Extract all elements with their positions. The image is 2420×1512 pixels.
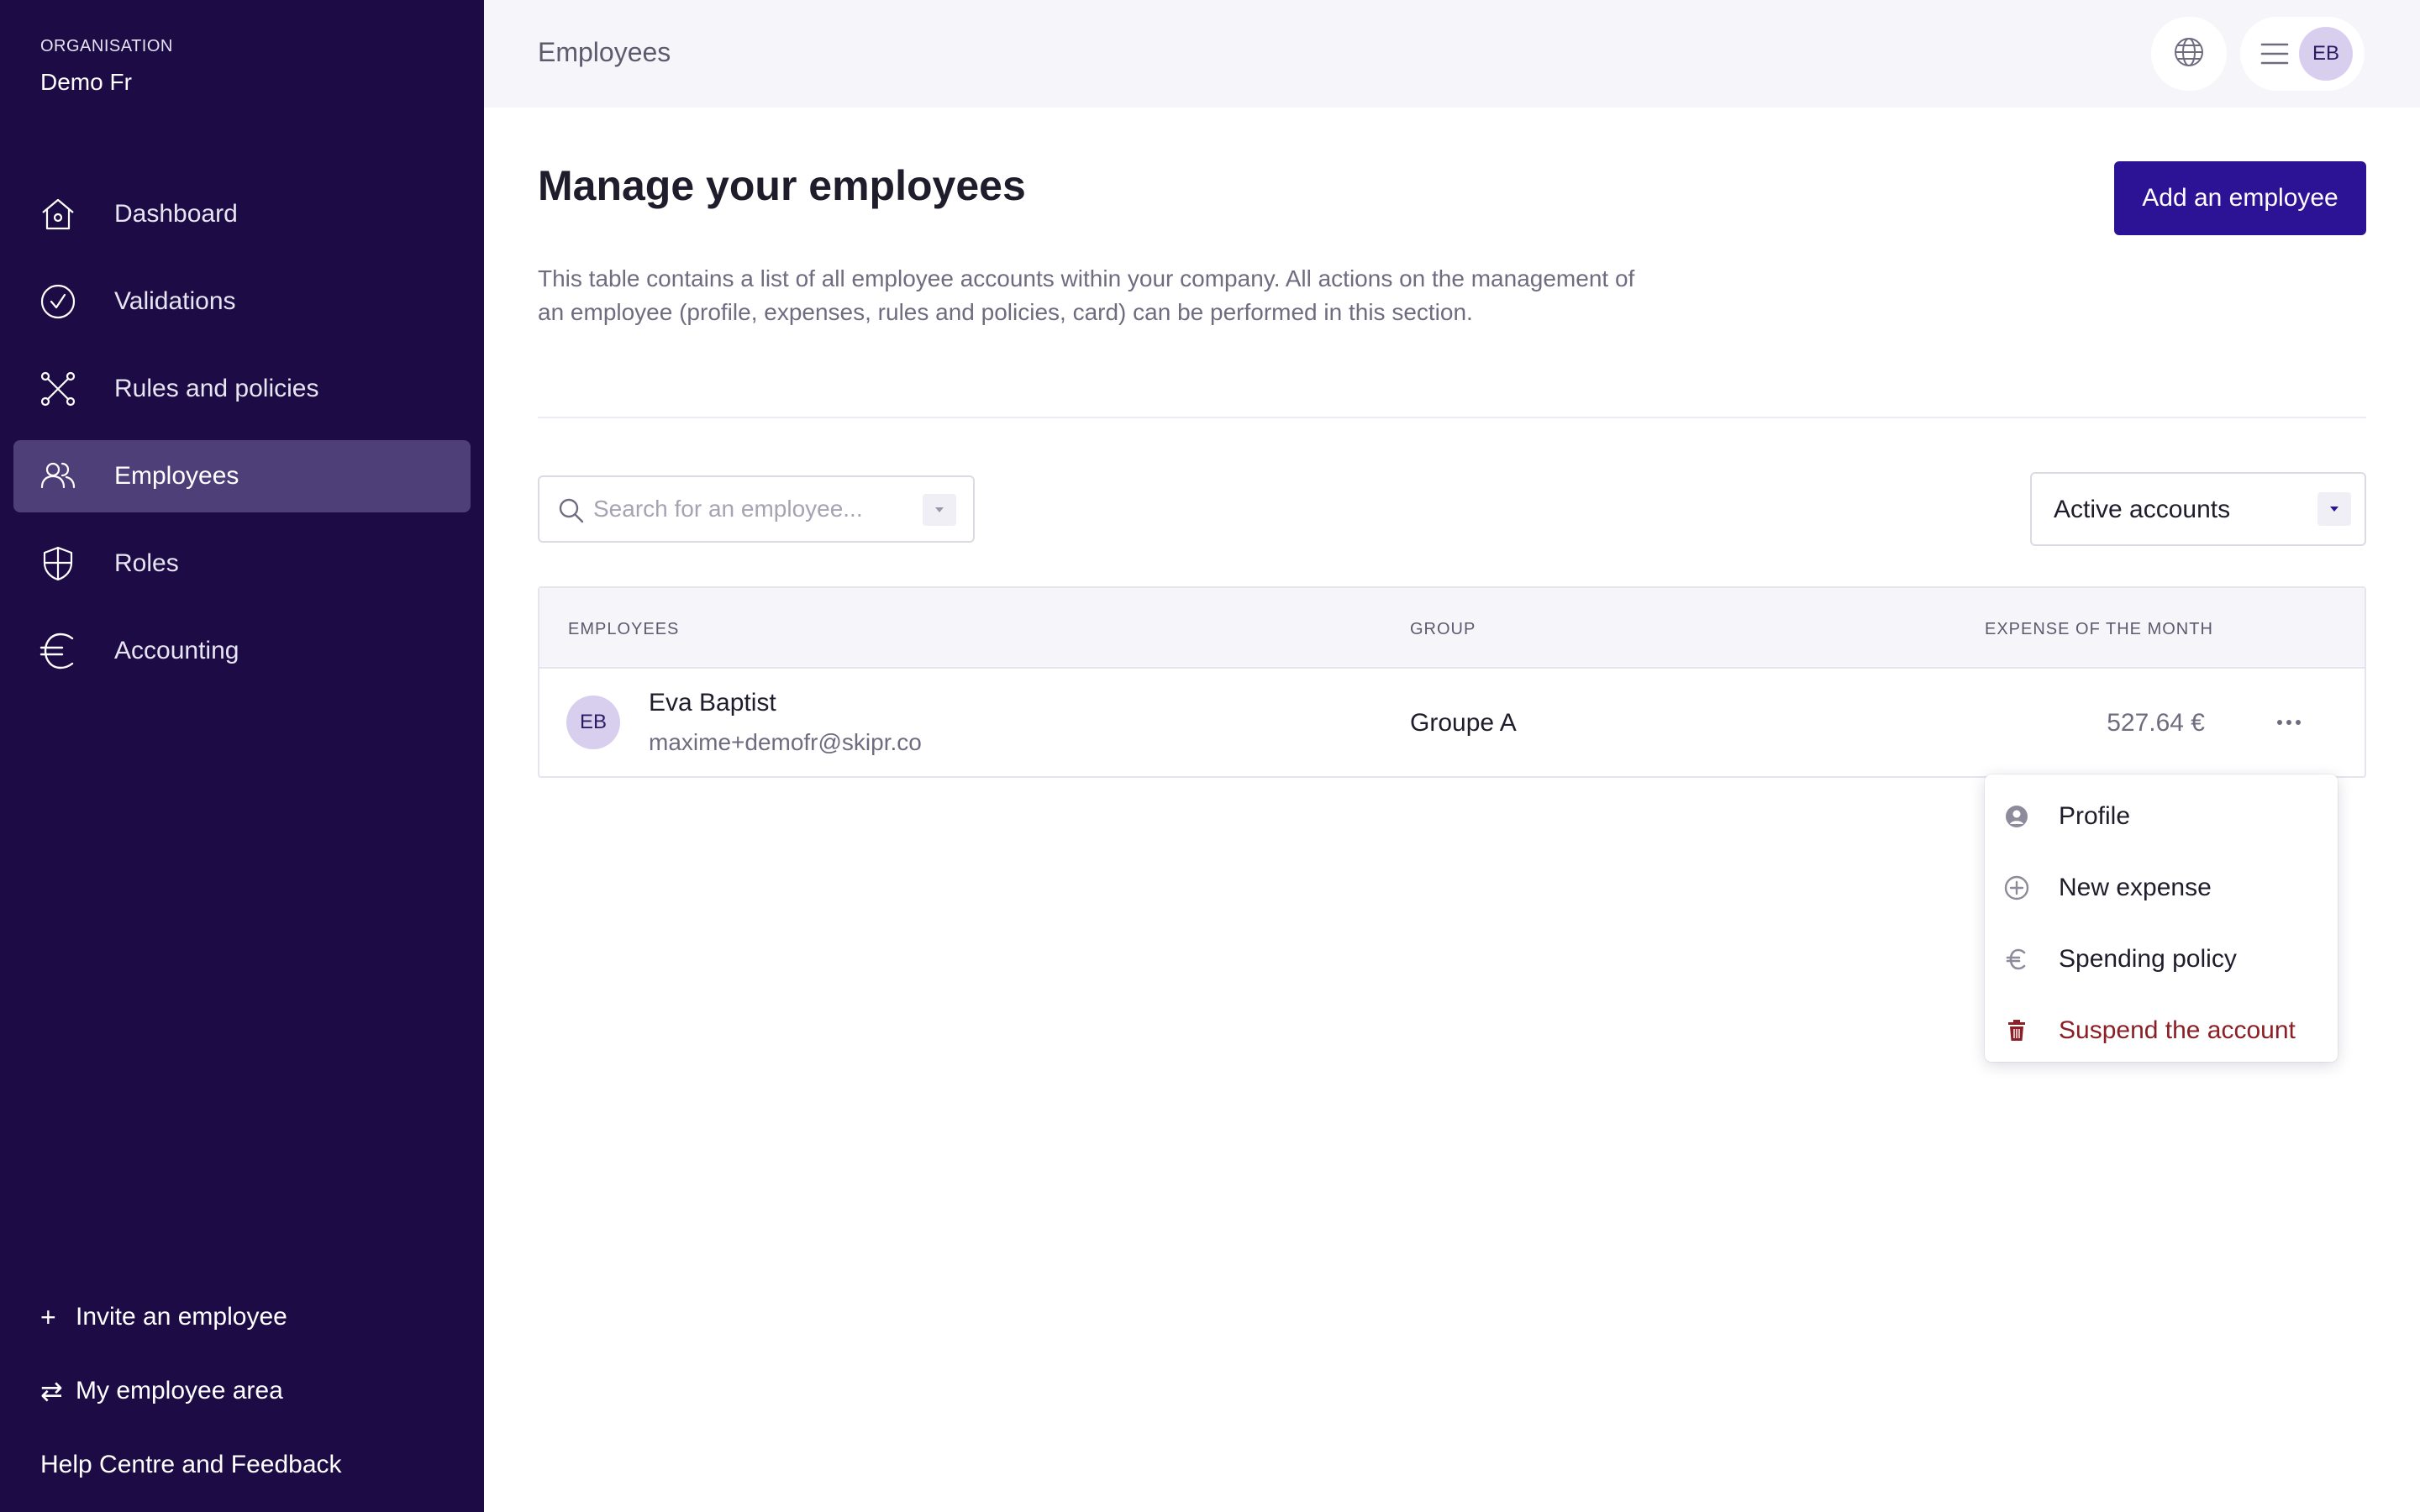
section-divider bbox=[538, 417, 2366, 418]
sidebar-item-roles[interactable]: Roles bbox=[13, 528, 471, 600]
shield-icon bbox=[39, 544, 77, 583]
table-header: EMPLOYEES GROUP EXPENSE OF THE MONTH bbox=[539, 588, 2365, 669]
row-actions-button[interactable] bbox=[2265, 706, 2312, 739]
sidebar-item-label: Rules and policies bbox=[114, 375, 319, 402]
network-icon bbox=[39, 370, 77, 408]
add-employee-button[interactable]: Add an employee bbox=[2114, 161, 2366, 235]
menu-item-label: New expense bbox=[2059, 874, 2212, 901]
column-header-expense[interactable]: EXPENSE OF THE MONTH bbox=[1985, 620, 2213, 639]
menu-item-label: Spending policy bbox=[2059, 945, 2237, 973]
sidebar-item-accounting[interactable]: Accounting bbox=[13, 615, 471, 687]
user-menu-button[interactable]: EB bbox=[2240, 17, 2365, 91]
page-breadcrumb: Employees bbox=[538, 37, 671, 67]
trash-icon bbox=[2003, 1017, 2030, 1044]
sidebar-item-label: Validations bbox=[114, 287, 236, 315]
employee-area-link[interactable]: ⇄ My employee area bbox=[40, 1354, 460, 1428]
invite-employee-label: Invite an employee bbox=[76, 1303, 287, 1331]
account-status-select[interactable]: Active accounts bbox=[2030, 472, 2366, 546]
menu-item-label: Suspend the account bbox=[2059, 1016, 2296, 1044]
euro-icon bbox=[39, 632, 77, 670]
sidebar-item-label: Roles bbox=[114, 549, 179, 577]
swap-arrows-icon: ⇄ bbox=[40, 1376, 63, 1406]
app-root: ORGANISATION Demo Fr Dashboard Validatio… bbox=[0, 0, 2420, 1512]
sidebar-item-label: Accounting bbox=[114, 637, 239, 664]
menu-item-spending-policy[interactable]: Spending policy bbox=[1985, 926, 2338, 993]
account-status-value: Active accounts bbox=[2054, 496, 2231, 523]
search-filter-dropdown[interactable] bbox=[923, 494, 956, 526]
top-bar: Employees EB bbox=[484, 0, 2420, 108]
sidebar-item-label: Dashboard bbox=[114, 200, 238, 228]
hamburger-icon bbox=[2260, 42, 2289, 70]
sidebar: ORGANISATION Demo Fr Dashboard Validatio… bbox=[0, 0, 484, 1512]
sidebar-item-validations[interactable]: Validations bbox=[13, 265, 471, 338]
invite-employee-link[interactable]: + Invite an employee bbox=[40, 1280, 460, 1354]
plus-icon: + bbox=[40, 1301, 56, 1332]
check-circle-icon bbox=[39, 282, 77, 321]
menu-item-profile[interactable]: Profile bbox=[1985, 783, 2338, 850]
page-title: Manage your employees bbox=[538, 162, 1026, 209]
employee-email: maxime+demofr@skipr.co bbox=[649, 729, 922, 755]
avatar: EB bbox=[2299, 27, 2353, 81]
caret-down-icon bbox=[935, 507, 944, 512]
avatar: EB bbox=[566, 696, 620, 749]
employee-name: Eva Baptist bbox=[649, 689, 776, 717]
sidebar-item-label: Employees bbox=[114, 462, 239, 490]
page-description: This table contains a list of all employ… bbox=[538, 265, 1635, 325]
employee-search bbox=[538, 475, 975, 543]
employee-expense: 527.64 € bbox=[2107, 709, 2205, 737]
menu-item-new-expense[interactable]: New expense bbox=[1985, 854, 2338, 921]
users-icon bbox=[39, 457, 77, 496]
user-circle-icon bbox=[2003, 803, 2030, 830]
search-input[interactable] bbox=[593, 492, 913, 526]
sidebar-footer: + Invite an employee ⇄ My employee area … bbox=[40, 1280, 460, 1502]
sidebar-item-employees[interactable]: Employees bbox=[13, 440, 471, 512]
employees-table: EMPLOYEES GROUP EXPENSE OF THE MONTH EB … bbox=[538, 586, 2366, 778]
more-horizontal-icon bbox=[2277, 720, 2301, 725]
sidebar-nav: Dashboard Validations Rules and policies… bbox=[13, 178, 471, 702]
search-icon bbox=[558, 497, 585, 528]
sidebar-item-dashboard[interactable]: Dashboard bbox=[13, 178, 471, 250]
menu-item-suspend-account[interactable]: Suspend the account bbox=[1985, 997, 2338, 1064]
column-header-employees[interactable]: EMPLOYEES bbox=[568, 620, 679, 639]
help-centre-label: Help Centre and Feedback bbox=[40, 1451, 342, 1478]
row-actions-menu: Profile New expense Spending policy Susp… bbox=[1985, 774, 2338, 1062]
employee-area-label: My employee area bbox=[76, 1377, 283, 1404]
euro-icon bbox=[2003, 946, 2030, 973]
home-icon bbox=[39, 195, 77, 234]
organisation-label: ORGANISATION bbox=[40, 37, 173, 55]
table-row[interactable]: EB Eva Baptist maxime+demofr@skipr.co Gr… bbox=[539, 669, 2365, 776]
organisation-name[interactable]: Demo Fr bbox=[40, 69, 132, 96]
caret-down-icon bbox=[2317, 492, 2351, 526]
menu-item-label: Profile bbox=[2059, 802, 2131, 830]
column-header-group[interactable]: GROUP bbox=[1410, 620, 1476, 639]
globe-icon bbox=[2173, 36, 2205, 72]
help-centre-link[interactable]: Help Centre and Feedback bbox=[40, 1428, 460, 1502]
sidebar-item-rules-and-policies[interactable]: Rules and policies bbox=[13, 353, 471, 425]
plus-circle-icon bbox=[2003, 874, 2030, 901]
employee-group: Groupe A bbox=[1410, 709, 1517, 737]
language-button[interactable] bbox=[2151, 17, 2227, 91]
